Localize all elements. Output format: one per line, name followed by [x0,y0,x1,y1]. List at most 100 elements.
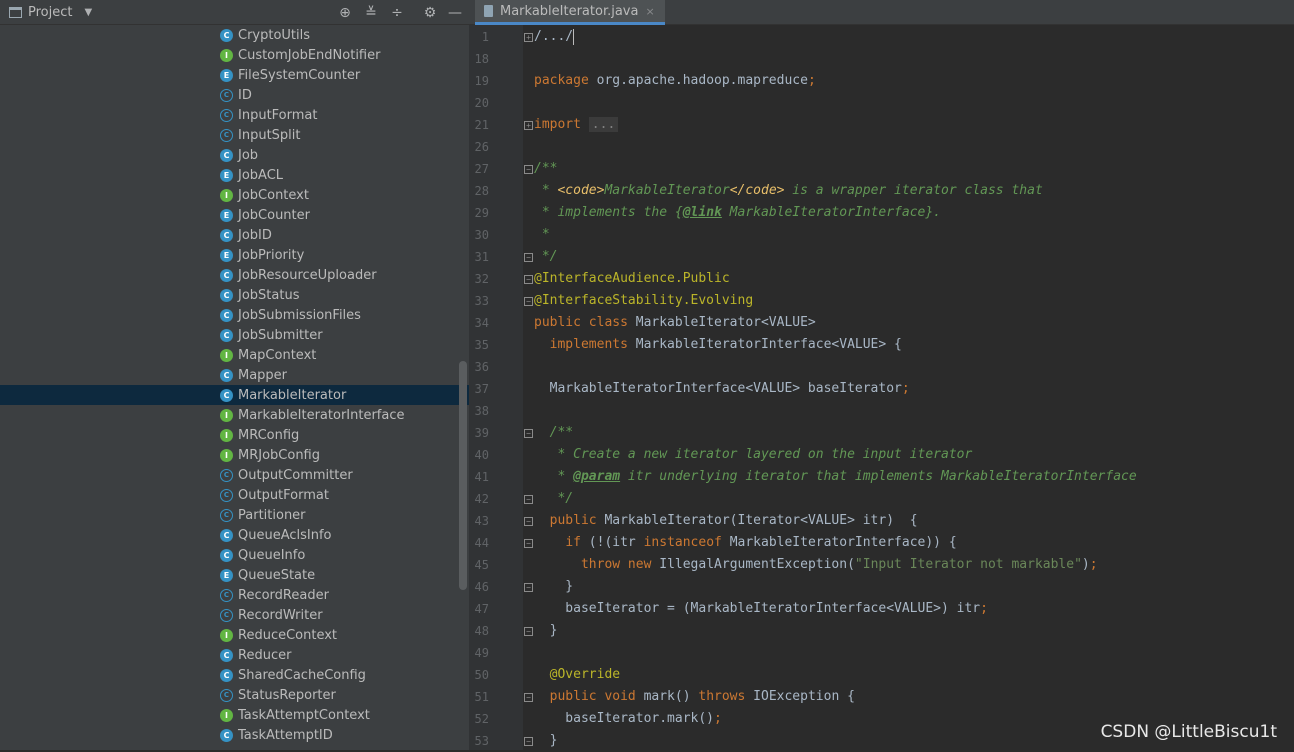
code-line[interactable]: * <code>MarkableIterator</code> is a wra… [534,180,1043,202]
code-line[interactable]: @Override [534,664,620,686]
tree-item[interactable]: C Job [0,145,469,165]
code-line[interactable]: /** [534,422,574,444]
fold-collapse-icon[interactable]: − [524,297,533,306]
code-line[interactable]: public void mark() throws IOException { [534,686,855,708]
project-panel-title[interactable]: Project [28,5,72,20]
tree-item[interactable]: C OutputCommitter [0,465,469,485]
code-line[interactable]: baseIterator = (MarkableIteratorInterfac… [534,598,988,620]
tree-item[interactable]: C JobSubmitter [0,325,469,345]
tree-item[interactable]: C JobID [0,225,469,245]
tree-item[interactable]: C Mapper [0,365,469,385]
fold-collapse-icon[interactable]: − [524,165,533,174]
tree-item[interactable]: I MapContext [0,345,469,365]
fold-collapse-icon[interactable]: − [524,737,533,746]
code-line[interactable]: baseIterator.mark(); [534,708,722,730]
tree-item[interactable]: C SharedCacheConfig [0,665,469,685]
code-line[interactable]: */ [534,488,573,510]
close-icon[interactable]: × [645,5,654,18]
line-number: 29 [474,206,489,220]
tree-item[interactable]: C StatusReporter [0,685,469,705]
tree-item[interactable]: C InputSplit [0,125,469,145]
tree-scrollbar[interactable] [459,361,467,590]
gear-icon[interactable]: ⚙ [421,4,439,22]
tree-item[interactable]: C JobSubmissionFiles [0,305,469,325]
tree-item[interactable]: I ReduceContext [0,625,469,645]
code-line[interactable]: /** [534,158,557,180]
tree-item[interactable]: C Reducer [0,645,469,665]
fold-collapse-icon[interactable]: − [524,275,533,284]
fold-collapse-icon[interactable]: − [524,495,533,504]
tree-item[interactable]: C JobStatus [0,285,469,305]
tree-item[interactable]: C QueueAclsInfo [0,525,469,545]
tree-item[interactable]: E FileSystemCounter [0,65,469,85]
code-line[interactable]: package org.apache.hadoop.mapreduce; [534,70,816,92]
fold-collapse-icon[interactable]: − [524,517,533,526]
code-token: baseIterator.mark() [534,711,715,726]
fold-collapse-icon[interactable]: − [524,627,533,636]
tree-item[interactable]: I MarkableIteratorInterface [0,405,469,425]
tree-item[interactable]: I CustomJobEndNotifier [0,45,469,65]
code-line[interactable]: throw new IllegalArgumentException("Inpu… [534,554,1098,576]
project-window-icon [9,6,22,18]
code-line[interactable]: * Create a new iterator layered on the i… [534,444,972,466]
tree-item[interactable]: E JobPriority [0,245,469,265]
fold-expand-icon[interactable]: + [524,121,533,130]
code-line[interactable]: @InterfaceStability.Evolving [534,290,753,312]
code-line[interactable]: MarkableIteratorInterface<VALUE> baseIte… [534,378,910,400]
code-line[interactable]: } [534,576,573,598]
line-number: 33 [474,294,489,308]
tree-item[interactable]: C TaskAttemptID [0,725,469,745]
folded-region[interactable]: ... [588,117,619,132]
tree-item[interactable]: I JobContext [0,185,469,205]
code-line[interactable]: @InterfaceAudience.Public [534,268,730,290]
code-line[interactable]: * implements the {@link MarkableIterator… [534,202,941,224]
code-line[interactable]: public class MarkableIterator<VALUE> [534,312,816,334]
tree-item[interactable]: C RecordWriter [0,605,469,625]
tree-item[interactable]: E JobACL [0,165,469,185]
abstract-class-icon: C [220,509,233,522]
tree-item[interactable]: I TaskAttemptContext [0,705,469,725]
tab-markable-iterator[interactable]: MarkableIterator.java × [475,0,665,25]
tree-item[interactable]: E QueueState [0,565,469,585]
fold-collapse-icon[interactable]: − [524,253,533,262]
tree-item[interactable]: I MRConfig [0,425,469,445]
line-number: 1 [481,30,489,44]
code-line[interactable]: public MarkableIterator(Iterator<VALUE> … [534,510,918,532]
code-line[interactable]: implements MarkableIteratorInterface<VAL… [534,334,902,356]
fold-collapse-icon[interactable]: − [524,583,533,592]
tree-item[interactable]: C OutputFormat [0,485,469,505]
code-token: MarkableIterator [604,183,730,198]
tree-item[interactable]: I MRJobConfig [0,445,469,465]
code-line[interactable]: } [534,730,558,752]
tree-item[interactable]: C JobResourceUploader [0,265,469,285]
tree-item[interactable]: C RecordReader [0,585,469,605]
code-line[interactable]: } [534,620,558,642]
expand-all-icon[interactable]: ≚ [362,4,380,22]
tree-item[interactable]: C ID [0,85,469,105]
tree-item[interactable]: C Partitioner [0,505,469,525]
tree-item[interactable]: C CryptoUtils [0,25,469,45]
fold-expand-icon[interactable]: + [524,33,533,42]
code-line[interactable]: /.../ [534,26,575,48]
code-line[interactable]: * @param itr underlying iterator that im… [534,466,1136,488]
code-area[interactable]: /.../ package org.apache.hadoop.mapreduce… [534,25,1294,750]
code-token: @InterfaceStability.Evolving [534,293,754,308]
collapse-all-icon[interactable]: ÷ [388,4,406,22]
code-line[interactable]: import ... [534,114,619,136]
fold-collapse-icon[interactable]: − [524,429,533,438]
code-line[interactable]: if (!(itr instanceof MarkableIteratorInt… [534,532,956,554]
code-token: /.../ [534,29,574,44]
fold-collapse-icon[interactable]: − [524,539,533,548]
tree-item[interactable]: C QueueInfo [0,545,469,565]
fold-collapse-icon[interactable]: − [524,693,533,702]
hide-icon[interactable]: — [446,4,464,22]
tree-item[interactable]: C InputFormat [0,105,469,125]
code-line[interactable]: * [534,224,550,246]
tree-item-label: JobPriority [238,247,305,263]
code-line[interactable]: */ [534,246,558,268]
locate-icon[interactable]: ⊕ [336,4,354,22]
tree-item[interactable]: C MarkableIterator [0,385,469,405]
chevron-down-icon[interactable]: ▼ [84,7,92,18]
class-icon: C [220,29,233,42]
tree-item[interactable]: E JobCounter [0,205,469,225]
